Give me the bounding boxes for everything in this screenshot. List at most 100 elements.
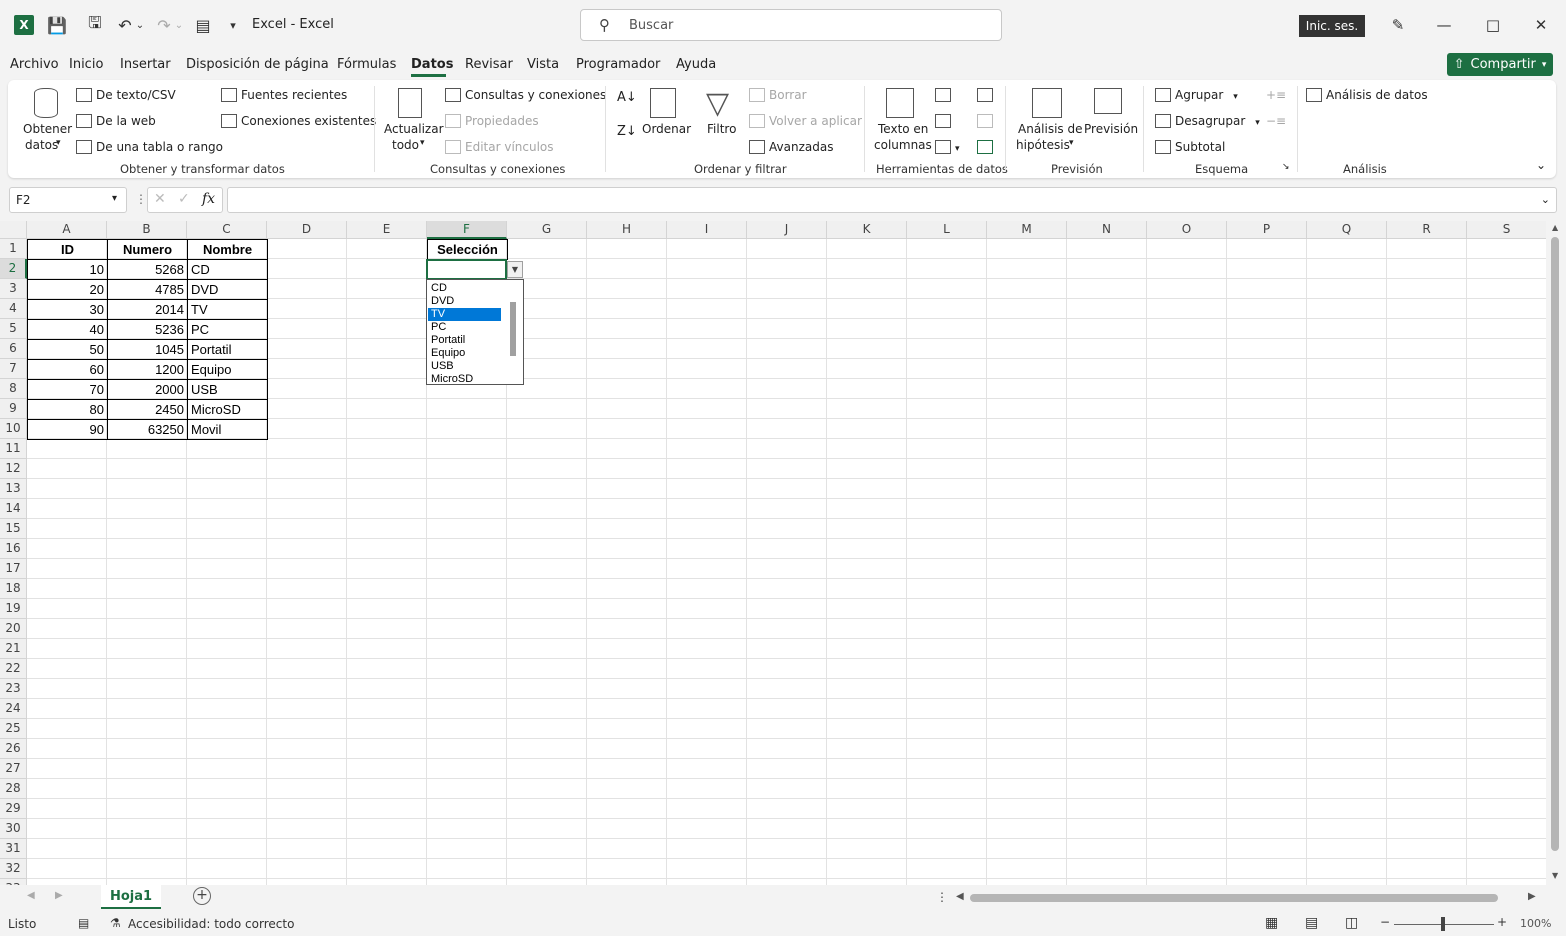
table-cell[interactable]: 90 [27, 419, 108, 440]
dropdown-option[interactable]: MicroSD [428, 373, 501, 386]
row-header[interactable]: 5 [0, 319, 27, 339]
analisis-hipotesis-button[interactable]: Análisis de [1018, 122, 1083, 136]
actualizar-todo-button[interactable]: Actualizar [384, 122, 444, 136]
consolidate-icon[interactable] [977, 87, 997, 103]
table-header-cell[interactable]: Numero [107, 239, 188, 260]
dropdown-option[interactable]: PC [428, 321, 501, 334]
save-icon[interactable]: 🖫 [84, 13, 106, 36]
row-header[interactable]: 9 [0, 399, 27, 419]
more-options-icon[interactable]: ⋮ [135, 192, 147, 206]
column-header[interactable]: K [827, 221, 907, 239]
row-header[interactable]: 28 [0, 779, 27, 799]
table-cell[interactable]: 2000 [107, 379, 188, 400]
scroll-right-icon[interactable]: ▶ [1528, 891, 1536, 902]
table-cell[interactable]: Equipo [187, 359, 268, 380]
column-header[interactable]: P [1227, 221, 1307, 239]
row-header[interactable]: 22 [0, 659, 27, 679]
editar-vinculos-button[interactable]: Editar vínculos [445, 139, 554, 155]
vertical-scroll-thumb[interactable] [1551, 237, 1559, 851]
borrar-button[interactable]: Borrar [749, 87, 807, 103]
dropdown-option[interactable]: Portatil [428, 334, 501, 347]
texto-columnas-label2[interactable]: columnas [874, 138, 932, 152]
row-header[interactable]: 26 [0, 739, 27, 759]
column-header[interactable]: E [347, 221, 427, 239]
table-cell[interactable]: 2014 [107, 299, 188, 320]
table-cell[interactable]: Portatil [187, 339, 268, 360]
tab-revisar[interactable]: Revisar [465, 57, 513, 72]
column-header[interactable]: O [1147, 221, 1227, 239]
column-header[interactable]: A [27, 221, 107, 239]
signin-button[interactable]: Inic. ses. [1299, 15, 1365, 37]
row-header[interactable]: 12 [0, 459, 27, 479]
column-header[interactable]: F [427, 221, 507, 239]
sheet-tab-hoja1[interactable]: Hoja1 [101, 885, 161, 909]
table-cell[interactable]: 1045 [107, 339, 188, 360]
row-header[interactable]: 2 [0, 259, 27, 279]
dialog-launcher-icon[interactable]: ↘ [1282, 162, 1290, 172]
table-cell[interactable]: 10 [27, 259, 108, 280]
tab-inicio[interactable]: Inicio [69, 57, 103, 72]
row-header[interactable]: 16 [0, 539, 27, 559]
table-cell[interactable]: 20 [27, 279, 108, 300]
row-header[interactable]: 4 [0, 299, 27, 319]
column-header[interactable]: I [667, 221, 747, 239]
scroll-left-icon[interactable]: ◀ [956, 891, 964, 902]
zoom-level[interactable]: 100% [1520, 917, 1551, 930]
tab-ayuda[interactable]: Ayuda [676, 57, 716, 72]
row-header[interactable]: 11 [0, 439, 27, 459]
sort-za-icon[interactable]: Z↓ [617, 124, 637, 139]
prev-sheet-icon[interactable]: ◀ [27, 890, 35, 901]
relationships-icon[interactable] [977, 113, 997, 129]
row-header[interactable]: 20 [0, 619, 27, 639]
pen-icon[interactable]: ✎ [1384, 12, 1412, 38]
search-box[interactable]: ⚲ Buscar [580, 9, 1002, 41]
name-box[interactable]: F2 [9, 187, 127, 213]
tab-programador[interactable]: Programador [576, 57, 660, 72]
vertical-scrollbar[interactable]: ▲ ▼ [1546, 221, 1566, 885]
normal-view-icon[interactable]: ▦ [1265, 915, 1278, 931]
table-cell[interactable]: 5236 [107, 319, 188, 340]
dropdown-option[interactable]: Equipo [428, 347, 501, 360]
insert-function-icon[interactable]: fx [202, 191, 215, 207]
row-header[interactable]: 23 [0, 679, 27, 699]
row-header[interactable]: 15 [0, 519, 27, 539]
prevision-button[interactable]: Previsión [1084, 122, 1138, 136]
table-cell[interactable]: USB [187, 379, 268, 400]
column-header[interactable]: B [107, 221, 187, 239]
select-all-corner[interactable] [0, 221, 27, 239]
row-header[interactable]: 17 [0, 559, 27, 579]
selection-header-cell[interactable]: Selección [427, 239, 508, 260]
next-sheet-icon[interactable]: ▶ [55, 890, 63, 901]
add-sheet-icon[interactable]: + [193, 887, 211, 905]
undo-dropdown-icon[interactable]: ⌄ [134, 14, 146, 36]
texto-columnas-button[interactable]: Texto en [878, 122, 928, 136]
customize-toolbar-icon[interactable]: ▾ [222, 14, 244, 36]
row-header[interactable]: 30 [0, 819, 27, 839]
print-preview-icon[interactable]: ▤ [192, 14, 214, 36]
undo-icon[interactable]: ↶ [114, 14, 136, 36]
table-header-cell[interactable]: ID [27, 239, 108, 260]
table-cell[interactable]: 70 [27, 379, 108, 400]
zoom-in-icon[interactable]: + [1497, 915, 1507, 929]
row-header[interactable]: 32 [0, 859, 27, 879]
volver-aplicar-button[interactable]: Volver a aplicar [749, 113, 862, 129]
dropdown-option[interactable]: DVD [428, 295, 501, 308]
table-cell[interactable]: CD [187, 259, 268, 280]
de-tabla-button[interactable]: De una tabla o rango [76, 139, 223, 155]
fuentes-recientes-button[interactable]: Fuentes recientes [221, 87, 347, 103]
table-cell[interactable]: 2450 [107, 399, 188, 420]
filtro-button[interactable]: Filtro [707, 122, 736, 136]
dropdown-arrow-button[interactable]: ▼ [507, 261, 523, 278]
analisis-hipotesis-label2[interactable]: hipótesis [1016, 138, 1070, 152]
column-header[interactable]: S [1467, 221, 1546, 239]
column-header[interactable]: C [187, 221, 267, 239]
dropdown-list[interactable]: CD DVD TV PC Portatil Equipo USB MicroSD [426, 279, 524, 385]
spreadsheet-grid[interactable]: A B C D E F G H I J K L M N O P Q R S 1 2 3 4 5 6 7 8 9 10 11 12 13 14 15… [0, 221, 1546, 885]
table-cell[interactable]: 30 [27, 299, 108, 320]
table-cell[interactable]: Movil [187, 419, 268, 440]
analisis-datos-button[interactable]: Análisis de datos [1306, 87, 1428, 103]
table-cell[interactable]: 1200 [107, 359, 188, 380]
table-cell[interactable]: 50 [27, 339, 108, 360]
sort-az-icon[interactable]: A↓ [617, 90, 637, 105]
table-cell[interactable]: PC [187, 319, 268, 340]
